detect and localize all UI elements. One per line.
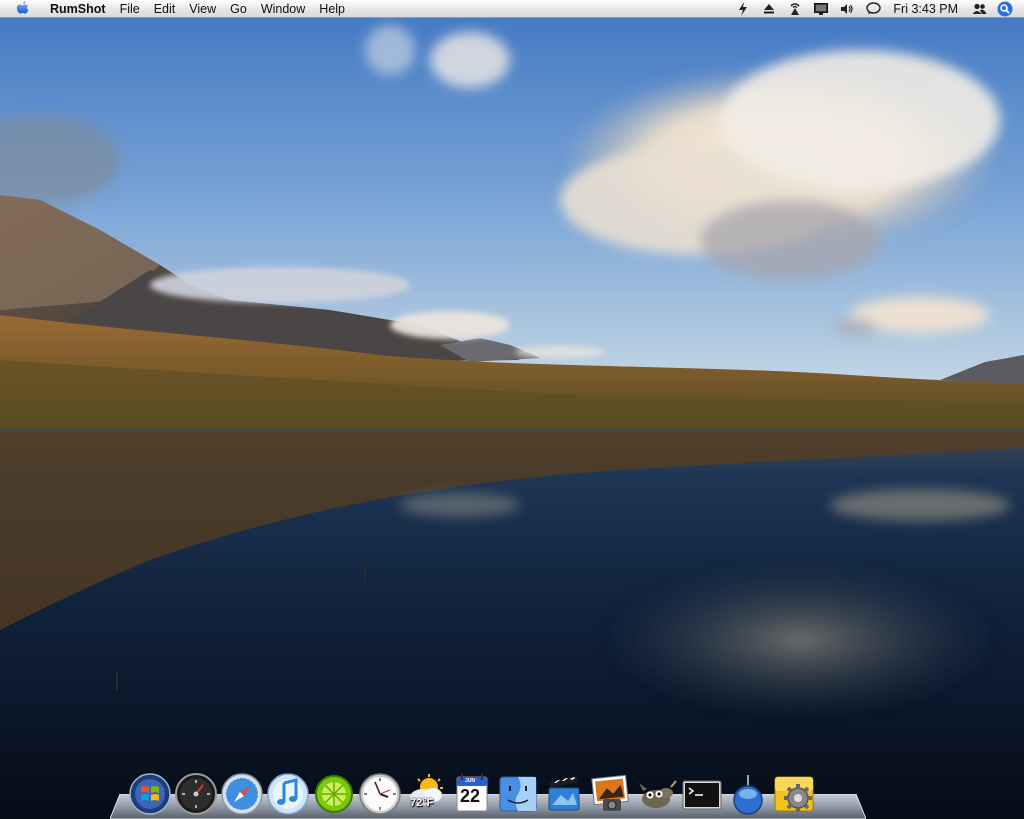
display-icon[interactable] [813,1,829,17]
dock-item-itunes[interactable] [266,772,310,816]
users-icon[interactable] [971,1,987,17]
utility-icon [733,775,763,815]
gimp-icon [639,780,677,808]
apple-menu-icon[interactable] [15,1,29,16]
dock-item-windows[interactable] [128,772,172,816]
app-menu-rumshot[interactable]: RumShot [43,0,113,18]
menu-bar: RumShot File Edit View Go Window Help Fr… [0,0,1024,18]
menu-clock[interactable]: Fri 3:43 PM [886,0,966,18]
weather-temperature: 72°F [410,797,434,809]
dock-item-system-preferences[interactable] [772,772,816,816]
dock-item-iphoto[interactable] [588,772,632,816]
system-preferences-icon [774,776,814,812]
calendar-day: 22 [459,786,481,806]
limewire-icon [315,775,353,813]
dock-item-calendar[interactable]: JUN 22 [450,772,494,816]
windows-icon [129,773,171,815]
spotlight-icon[interactable] [997,1,1013,17]
dashboard-icon [175,773,217,815]
dock-item-terminal[interactable] [680,772,724,816]
menu-view[interactable]: View [182,0,223,18]
imovie-icon [548,776,580,811]
calendar-month: JUN [464,778,475,784]
dock-item-safari[interactable] [220,772,264,816]
dock-item-dashboard[interactable] [174,772,218,816]
dock-item-finder[interactable] [496,772,540,816]
dock-item-gimp[interactable] [634,772,678,816]
ichat-icon[interactable] [865,1,881,17]
dock-item-imovie[interactable] [542,772,586,816]
menu-edit[interactable]: Edit [147,0,183,18]
menu-file[interactable]: File [113,0,147,18]
dock-item-weather[interactable]: 72°F [404,772,448,816]
desktop[interactable]: RumShot File Edit View Go Window Help Fr… [0,0,1024,819]
wallpaper-landscape [0,0,1024,819]
terminal-icon [682,780,722,810]
menu-go[interactable]: Go [223,0,254,18]
dock-item-utility[interactable] [726,772,770,816]
volume-icon[interactable] [839,1,855,17]
eject-icon[interactable] [761,1,777,17]
itunes-icon [267,773,309,815]
safari-icon [221,773,263,815]
menu-window[interactable]: Window [254,0,312,18]
clock-icon [359,773,401,815]
dock-item-limewire[interactable] [312,772,356,816]
iphoto-icon [591,774,629,811]
dock: 72°F JUN 22 [110,772,866,819]
dock-item-clock[interactable] [358,772,402,816]
menu-help[interactable]: Help [312,0,352,18]
finder-icon [499,776,537,812]
flash-icon[interactable] [735,1,751,17]
airport-icon[interactable] [787,1,803,17]
